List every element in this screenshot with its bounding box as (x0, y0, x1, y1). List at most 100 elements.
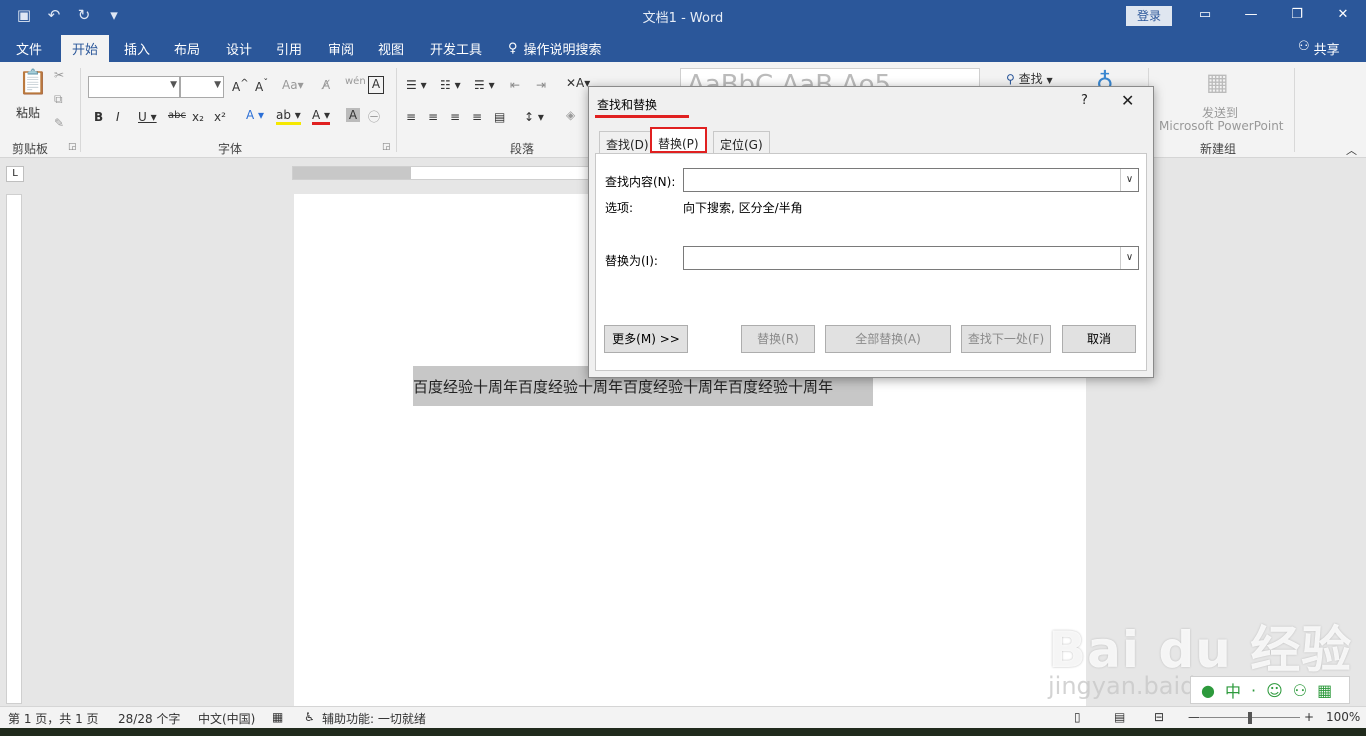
chevron-down-icon[interactable]: ∨ (1120, 247, 1138, 269)
change-case-icon[interactable]: Aa▾ (282, 78, 304, 92)
align-center-icon[interactable]: ≡ (428, 110, 438, 124)
align-right-icon[interactable]: ≡ (450, 110, 460, 124)
ime-mode-icon: 中 (1224, 682, 1241, 701)
enclose-characters-icon[interactable]: ㊀ (368, 108, 380, 125)
zoom-level[interactable]: 100% (1326, 710, 1360, 724)
character-shading-icon[interactable]: A (346, 108, 360, 122)
paste-icon[interactable]: 📋 (18, 68, 48, 96)
underline-icon[interactable]: U ▾ (138, 110, 157, 124)
zoom-slider-thumb[interactable] (1248, 712, 1252, 724)
chinese-layout-icon[interactable]: ✕A▾ (566, 76, 590, 90)
collapse-ribbon-icon[interactable]: ︿ (1346, 142, 1357, 158)
zoom-out-icon[interactable]: — (1188, 710, 1200, 724)
tab-find[interactable]: 查找(D) (599, 131, 656, 153)
ime-user-icon: ⚇ (1292, 680, 1308, 700)
distributed-icon[interactable]: ▤ (494, 110, 505, 124)
dialog-close-icon[interactable]: ✕ (1121, 91, 1134, 110)
find-next-button[interactable]: 查找下一处(F) (961, 325, 1051, 353)
tab-replace[interactable]: 替换(P) (650, 127, 707, 153)
phonetic-guide-icon[interactable]: wén (345, 76, 366, 87)
help-button[interactable]: ? (1081, 93, 1088, 108)
options-value: 向下搜索, 区分全/半角 (683, 201, 803, 215)
read-mode-icon[interactable]: ▯ (1074, 710, 1081, 724)
tab-review[interactable]: 审阅 (328, 39, 354, 58)
ime-emoji-icon: ☺ (1266, 680, 1283, 700)
justify-icon[interactable]: ≡ (472, 110, 482, 124)
replace-with-input[interactable]: ∨ (683, 246, 1139, 270)
find-what-label: 查找内容(N): (605, 175, 676, 189)
font-color-icon[interactable]: A ▾ (312, 108, 331, 125)
multilevel-list-icon[interactable]: ☴ ▾ (474, 78, 495, 92)
tab-insert[interactable]: 插入 (124, 39, 150, 58)
font-size-combo[interactable]: ▼ (180, 76, 224, 98)
send-to-sub-label[interactable]: Microsoft PowerPoint (1159, 119, 1284, 133)
tab-stop-selector[interactable]: L (6, 166, 24, 182)
chevron-down-icon[interactable]: ∨ (1120, 169, 1138, 191)
shading-icon[interactable]: ◈ (566, 108, 575, 122)
character-border-icon[interactable]: A (368, 76, 384, 94)
shrink-font-icon[interactable]: Aˇ (255, 78, 268, 94)
tab-design[interactable]: 设计 (226, 39, 252, 58)
login-button[interactable]: 登录 (1126, 6, 1172, 26)
text-effects-icon[interactable]: A ▾ (246, 108, 264, 122)
clear-format-icon[interactable]: A̸ (322, 78, 330, 92)
font-name-combo[interactable]: ▼ (88, 76, 180, 98)
italic-icon[interactable]: I (116, 110, 120, 124)
line-spacing-icon[interactable]: ↕ ▾ (524, 110, 544, 124)
minimize-icon[interactable]: — (1228, 4, 1274, 26)
cancel-button[interactable]: 取消 (1062, 325, 1136, 353)
align-left-icon[interactable]: ≡ (406, 110, 416, 124)
print-layout-icon[interactable]: ▤ (1114, 710, 1125, 724)
chevron-down-icon: ▼ (1046, 76, 1053, 85)
find-what-input[interactable]: ∨ (683, 168, 1139, 192)
replace-button[interactable]: 替换(R) (741, 325, 815, 353)
copy-icon[interactable]: ⧉ (54, 92, 63, 107)
powerpoint-icon[interactable]: ▦ (1206, 68, 1229, 96)
format-painter-icon[interactable]: ✎ (54, 116, 64, 130)
page-count[interactable]: 第 1 页，共 1 页 (8, 710, 99, 727)
word-count[interactable]: 28/28 个字 (118, 710, 180, 727)
dialog-title: 查找和替换 (597, 98, 658, 112)
font-launcher-icon[interactable]: ◲ (382, 142, 391, 152)
vertical-ruler[interactable] (6, 194, 22, 704)
tab-view[interactable]: 视图 (378, 39, 404, 58)
decrease-indent-icon[interactable]: ⇤ (510, 78, 520, 92)
strikethrough-icon[interactable]: abc (168, 110, 186, 121)
paste-label[interactable]: 粘贴 (16, 104, 40, 121)
more-button[interactable]: 更多(M) >> (604, 325, 688, 353)
replace-all-button[interactable]: 全部替换(A) (825, 325, 951, 353)
ime-punct-icon: · (1250, 680, 1257, 700)
bold-icon[interactable]: B (94, 110, 103, 124)
close-window-icon[interactable]: ✕ (1320, 4, 1366, 26)
tab-file[interactable]: 文件 (16, 39, 42, 58)
bullets-icon[interactable]: ☰ ▾ (406, 78, 427, 92)
tab-goto[interactable]: 定位(G) (713, 131, 770, 153)
language-status[interactable]: 中文(中国) (198, 710, 255, 727)
tell-me-search[interactable]: ♀ 操作说明搜索 (508, 39, 602, 58)
tell-me-label: 操作说明搜索 (523, 43, 602, 58)
grow-font-icon[interactable]: A^ (232, 78, 249, 94)
cut-icon[interactable]: ✂ (54, 68, 64, 82)
increase-indent-icon[interactable]: ⇥ (536, 78, 546, 92)
ribbon-display-icon[interactable]: ▭ (1182, 4, 1228, 26)
clipboard-launcher-icon[interactable]: ◲ (68, 142, 77, 152)
subscript-icon[interactable]: x₂ (192, 110, 204, 124)
tab-home[interactable]: 开始 (61, 35, 110, 62)
tab-developer[interactable]: 开发工具 (430, 39, 482, 58)
macro-record-icon[interactable]: ▦ (272, 710, 283, 724)
web-layout-icon[interactable]: ⊟ (1154, 710, 1164, 724)
highlight-icon[interactable]: ab ▾ (276, 108, 301, 125)
zoom-in-icon[interactable]: + (1304, 710, 1314, 724)
find-button[interactable]: ⚲ 查找 ▼ (1006, 70, 1053, 87)
share-button[interactable]: ⚇ 共享 (1298, 39, 1340, 58)
divider (396, 68, 397, 152)
superscript-icon[interactable]: x² (214, 110, 226, 124)
ime-toolbar[interactable]: ● 中 · ☺ ⚇ ▦ (1190, 676, 1350, 704)
tab-references[interactable]: 引用 (276, 39, 302, 58)
numbering-icon[interactable]: ☷ ▾ (440, 78, 461, 92)
options-label: 选项: (605, 201, 634, 215)
lightbulb-icon: ♀ (508, 41, 518, 56)
restore-icon[interactable]: ❐ (1274, 4, 1320, 26)
tab-layout[interactable]: 布局 (174, 39, 200, 58)
accessibility-status[interactable]: 辅助功能: 一切就绪 (322, 710, 426, 727)
